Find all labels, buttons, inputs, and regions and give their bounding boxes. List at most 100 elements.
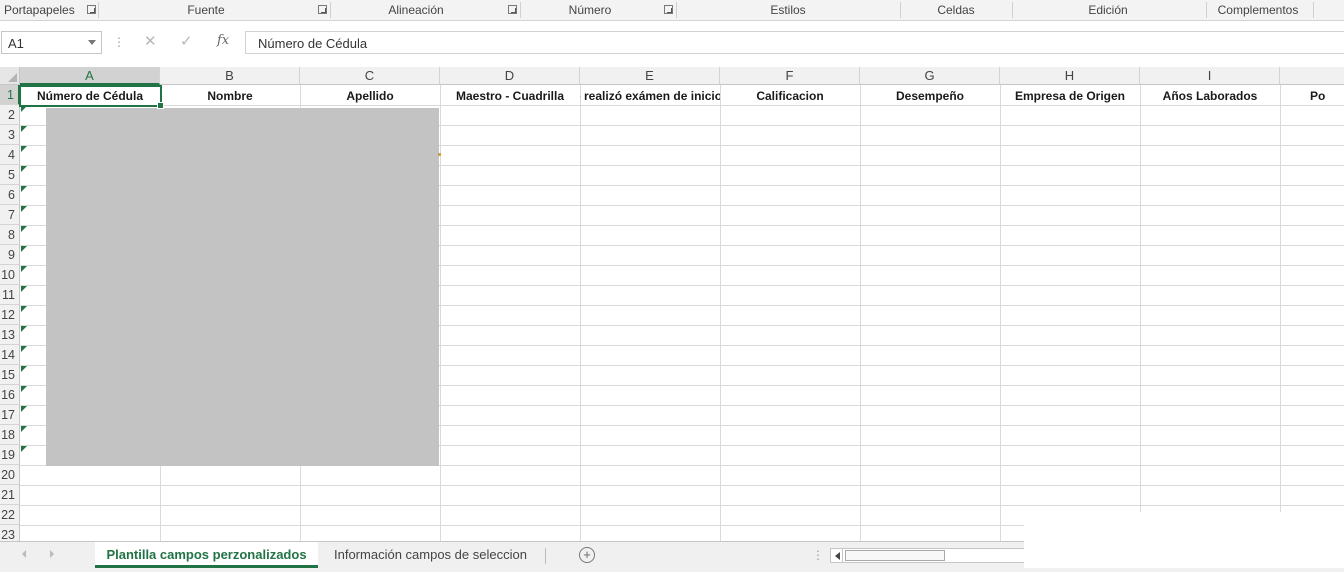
numero-launcher-icon[interactable] [664,5,673,14]
row-header-22[interactable]: 22 [0,505,20,525]
error-indicator-icon[interactable] [21,306,27,312]
scrollbar-thumb[interactable] [845,550,945,561]
select-all-button[interactable] [0,67,20,85]
row-header-13[interactable]: 13 [0,325,20,345]
row-header-3[interactable]: 3 [0,125,20,145]
cell-h1[interactable]: Empresa de Origen [1000,87,1140,106]
add-sheet-icon[interactable]: + [579,547,595,563]
row-header-18[interactable]: 18 [0,425,20,445]
row-header-9[interactable]: 9 [0,245,20,265]
column-header-b[interactable]: B [160,67,300,85]
row-header-10[interactable]: 10 [0,265,20,285]
error-indicator-icon[interactable] [21,346,27,352]
ribbon-group-celdas: Celdas [937,3,975,17]
row-header-5[interactable]: 5 [0,165,20,185]
row-header-2[interactable]: 2 [0,105,20,125]
gridline [720,85,721,541]
error-indicator-icon[interactable] [21,206,27,212]
cell-i1[interactable]: Años Laborados [1140,87,1280,106]
error-indicator-icon[interactable] [21,326,27,332]
error-indicator-icon[interactable] [21,166,27,172]
cell-b1[interactable]: Nombre [160,87,300,106]
error-indicator-icon[interactable] [21,426,27,432]
scrollbar-grip-icon[interactable]: ⋮ [812,548,824,562]
error-indicator-icon[interactable] [21,126,27,132]
column-header-i[interactable]: I [1140,67,1280,85]
row-header-19[interactable]: 19 [0,445,20,465]
column-header-c[interactable]: C [300,67,440,85]
cell-e1[interactable]: Se realizó exámen de inicio [580,87,720,106]
row-header-15[interactable]: 15 [0,365,20,385]
cell-c1[interactable]: Apellido [300,87,440,106]
row-header-17[interactable]: 17 [0,405,20,425]
gridline [20,485,1344,486]
ribbon-group-estilos: Estilos [770,3,806,17]
row-header-16[interactable]: 16 [0,385,20,405]
ribbon-group-alineacion: Alineación [388,3,444,17]
row-header-23[interactable]: 23 [0,525,20,541]
formula-bar: A1 ⋮ ✕ ✓ fx Número de Cédula [0,21,1344,67]
row-header-1[interactable]: 1 [0,85,20,105]
error-indicator-icon[interactable] [21,246,27,252]
chevron-left-icon[interactable] [22,550,26,558]
ribbon-group-portapapeles: Portapapeles [4,3,75,17]
scroll-left-icon[interactable] [835,552,840,560]
error-indicator-icon[interactable] [21,386,27,392]
column-header-g[interactable]: G [860,67,1000,85]
error-indicator-icon[interactable] [21,286,27,292]
row-header-6[interactable]: 6 [0,185,20,205]
ribbon-group-fuente: Fuente [187,3,225,17]
ribbon-separator [1012,2,1013,18]
row-header-21[interactable]: 21 [0,485,20,505]
ribbon-separator [98,2,99,18]
alineacion-launcher-icon[interactable] [508,5,517,14]
cell-j1[interactable]: Po [1310,87,1344,106]
tab-separator [545,548,546,564]
enter-icon[interactable]: ✓ [180,32,193,50]
gridline [1280,85,1281,541]
ribbon-separator [676,2,677,18]
ribbon-separator [520,2,521,18]
cell-marker [438,153,441,156]
cancel-icon[interactable]: ✕ [144,32,157,50]
column-header-h[interactable]: H [1000,67,1140,85]
formula-bar-grip-icon[interactable]: ⋮ [113,35,125,49]
sheet-tab-plantilla[interactable]: Plantilla campos perzonalizados [95,542,318,568]
insert-function-icon[interactable]: fx [217,33,229,48]
error-indicator-icon[interactable] [21,446,27,452]
column-header-f[interactable]: F [720,67,860,85]
gridline [1140,85,1141,541]
row-header-20[interactable]: 20 [0,465,20,485]
cell-d1[interactable]: Maestro - Cuadrilla [440,87,580,106]
active-cell-outline[interactable] [19,85,164,109]
row-header-14[interactable]: 14 [0,345,20,365]
row-header-4[interactable]: 4 [0,145,20,165]
worksheet-grid[interactable]: A B C D E F G H I 1 2 3 4 5 6 7 8 9 10 1… [0,67,1344,541]
cell-g1[interactable]: Desempeño [860,87,1000,106]
row-header-11[interactable]: 11 [0,285,20,305]
portapapeles-launcher-icon[interactable] [87,5,96,14]
cell-f1[interactable]: Calificacion [720,87,860,106]
error-indicator-icon[interactable] [21,366,27,372]
row-header-7[interactable]: 7 [0,205,20,225]
chevron-down-icon[interactable] [88,40,96,45]
fuente-launcher-icon[interactable] [318,5,327,14]
error-indicator-icon[interactable] [21,146,27,152]
error-indicator-icon[interactable] [21,406,27,412]
column-header-d[interactable]: D [440,67,580,85]
formula-input[interactable]: Número de Cédula [245,31,1344,54]
sheet-tab-informacion[interactable]: Información campos de seleccion [334,542,527,568]
ribbon-group-complementos: Complementos [1217,3,1299,17]
row-header-12[interactable]: 12 [0,305,20,325]
name-box[interactable]: A1 [1,31,102,54]
ribbon-group-numero: Número [568,3,612,17]
chevron-right-icon[interactable] [50,550,54,558]
column-header-e[interactable]: E [580,67,720,85]
error-indicator-icon[interactable] [21,186,27,192]
gridline [860,85,861,541]
error-indicator-icon[interactable] [21,266,27,272]
column-header-j[interactable] [1280,67,1344,85]
error-indicator-icon[interactable] [21,226,27,232]
row-header-8[interactable]: 8 [0,225,20,245]
column-header-a[interactable]: A [20,67,160,85]
